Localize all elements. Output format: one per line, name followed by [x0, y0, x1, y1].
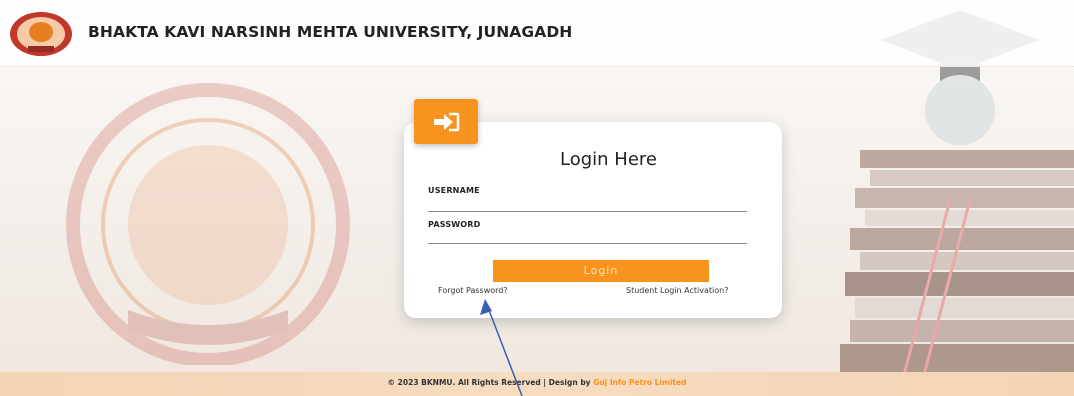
- university-title: BHAKTA KAVI NARSINH MEHTA UNIVERSITY, JU…: [88, 23, 573, 41]
- password-field[interactable]: [428, 230, 747, 244]
- site-header: BHAKTA KAVI NARSINH MEHTA UNIVERSITY, JU…: [0, 0, 1074, 67]
- username-underline: [428, 211, 747, 212]
- sign-in-arrow-icon: [434, 112, 460, 131]
- student-activation-link[interactable]: Student Login Activation?: [626, 286, 728, 295]
- university-seal-watermark: [66, 83, 350, 365]
- login-title: Login Here: [560, 149, 657, 170]
- login-icon-badge: [414, 99, 478, 144]
- username-field[interactable]: [428, 197, 747, 211]
- copyright-text: © 2023 BKNMU. All Rights Reserved | Desi…: [387, 378, 594, 387]
- password-underline: [428, 243, 747, 244]
- login-button[interactable]: Login: [493, 260, 709, 282]
- password-label: PASSWORD: [428, 220, 481, 229]
- username-label: USERNAME: [428, 186, 480, 195]
- footer-text: © 2023 BKNMU. All Rights Reserved | Desi…: [0, 378, 1074, 387]
- forgot-password-link[interactable]: Forgot Password?: [438, 286, 508, 295]
- university-logo[interactable]: [8, 10, 74, 58]
- footer-brand-link[interactable]: Guj Info Petro Limited: [593, 378, 686, 387]
